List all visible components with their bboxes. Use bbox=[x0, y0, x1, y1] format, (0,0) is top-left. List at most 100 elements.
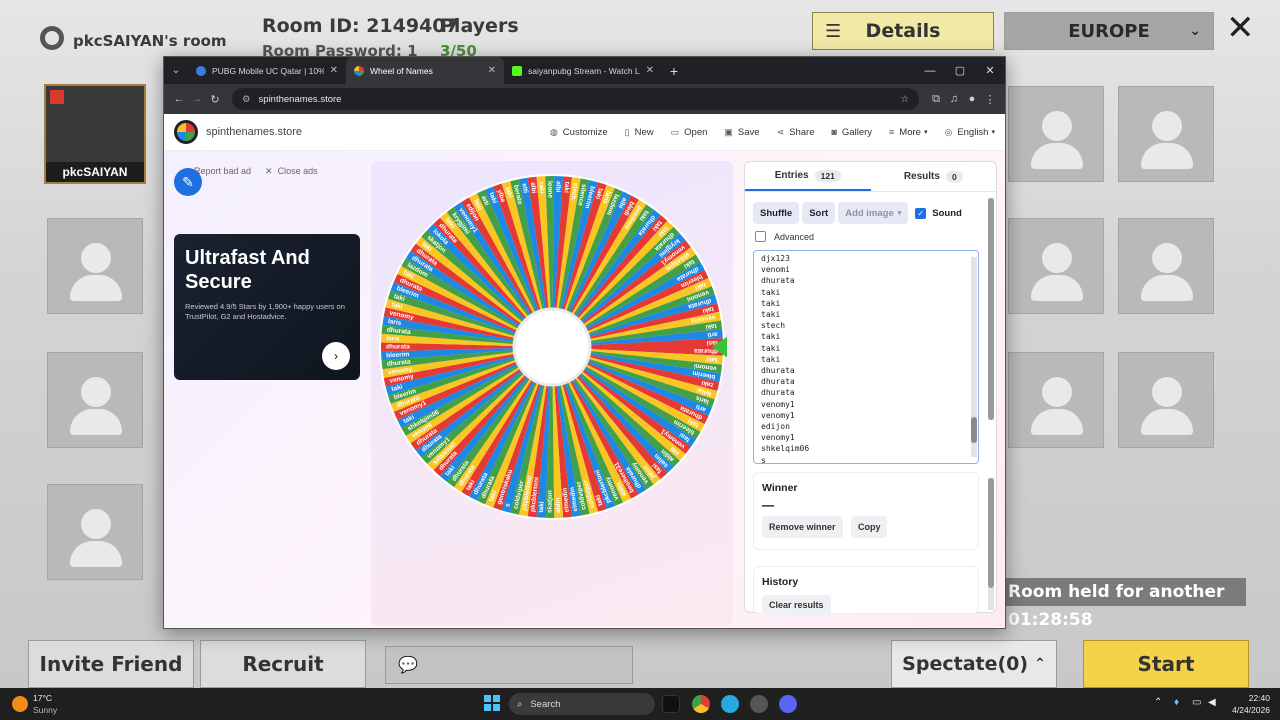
new-tab-icon[interactable]: + bbox=[662, 57, 686, 84]
settings-gear-icon[interactable] bbox=[40, 26, 64, 50]
add-image-button[interactable]: Add image ▾ bbox=[838, 202, 909, 224]
name-wheel[interactable]: dhuratatakivenomibleerimzakifellailarisa… bbox=[377, 167, 727, 527]
network-icon[interactable]: ▭ bbox=[1192, 697, 1201, 708]
textarea-scrollbar[interactable] bbox=[971, 257, 977, 457]
wheel-label: bleerim bbox=[386, 351, 410, 359]
entry-line: venomi bbox=[761, 265, 790, 275]
tab-wheel-of-names[interactable]: Wheel of Names ✕ bbox=[346, 57, 504, 84]
menu-language[interactable]: ◎ English ▾ bbox=[944, 127, 995, 138]
menu-label: Open bbox=[684, 126, 708, 138]
site-brand[interactable]: spinthenames.store bbox=[206, 126, 302, 138]
url-field[interactable]: ⚙ spinthenames.store ☆ bbox=[232, 88, 919, 110]
invite-friend-button[interactable]: Invite Friend bbox=[28, 640, 194, 688]
site-info-icon[interactable]: ⚙ bbox=[242, 94, 251, 105]
advanced-option: Advanced bbox=[755, 231, 814, 242]
back-icon[interactable]: ← bbox=[170, 93, 188, 105]
chat-input[interactable]: 💬 bbox=[385, 646, 633, 684]
menu-open[interactable]: ▭ Open bbox=[671, 127, 708, 138]
player-slot[interactable] bbox=[1118, 218, 1214, 314]
tray-chevron-icon[interactable]: ⌃ bbox=[1154, 697, 1162, 708]
player-slot[interactable] bbox=[1008, 218, 1104, 314]
reload-icon[interactable]: ↻ bbox=[206, 93, 224, 106]
bookmark-star-icon[interactable]: ☆ bbox=[900, 94, 909, 105]
player-slot[interactable] bbox=[47, 218, 143, 314]
recruit-button[interactable]: Recruit bbox=[200, 640, 366, 688]
clear-results-button[interactable]: Clear results bbox=[762, 595, 831, 615]
main-area: ✎ Report bad ad ✕ Close ads Ultrafast And… bbox=[164, 151, 1005, 628]
site-logo-icon[interactable] bbox=[174, 120, 198, 144]
advertisement[interactable]: Ultrafast And Secure Reviewed 4.9/5 Star… bbox=[174, 234, 360, 380]
panel-scrollbar[interactable] bbox=[988, 198, 994, 420]
menu-more[interactable]: ≡ More ▾ bbox=[889, 127, 927, 138]
details-button[interactable]: ☰ Details bbox=[812, 12, 994, 50]
tab-strip: ⌄ PUBG Mobile UC Qatar | 10% d ✕ Wheel o… bbox=[164, 57, 1005, 84]
taskbar-search[interactable]: ⌕ Search bbox=[509, 693, 655, 715]
tab-stream[interactable]: saiyanpubg Stream - Watch Liv ✕ bbox=[504, 57, 662, 84]
player-slot[interactable] bbox=[1008, 352, 1104, 448]
settings-icon[interactable] bbox=[750, 695, 768, 713]
shuffle-button[interactable]: Shuffle bbox=[753, 202, 800, 224]
favicon-icon bbox=[354, 65, 364, 76]
menu-gallery[interactable]: ◙ Gallery bbox=[831, 127, 872, 138]
copy-button[interactable]: Copy bbox=[850, 516, 888, 538]
menu-label: Customize bbox=[562, 126, 608, 138]
report-bad-ad-link[interactable]: Report bad ad bbox=[194, 166, 251, 177]
close-icon[interactable]: ✕ bbox=[1226, 8, 1255, 48]
tab-pubg[interactable]: PUBG Mobile UC Qatar | 10% d ✕ bbox=[188, 57, 346, 84]
close-tab-icon[interactable]: ✕ bbox=[646, 65, 654, 76]
player-slot[interactable] bbox=[1118, 86, 1214, 182]
forward-icon[interactable]: → bbox=[188, 93, 206, 105]
microphone-icon[interactable]: ♦ bbox=[1174, 697, 1179, 708]
spectate-button[interactable]: Spectate(0) ⌃ bbox=[891, 640, 1057, 688]
wheel-label: taki bbox=[562, 181, 570, 193]
address-bar: ← → ↻ ⚙ spinthenames.store ☆ ⧉ ♫ ● ⋮ bbox=[164, 84, 1005, 114]
start-button[interactable]: Start bbox=[1083, 640, 1249, 688]
minimize-icon[interactable]: — bbox=[915, 65, 945, 77]
chevron-right-icon[interactable]: › bbox=[322, 342, 350, 370]
file-icon: ▯ bbox=[624, 126, 630, 137]
player-slot[interactable] bbox=[1008, 86, 1104, 182]
player-slot[interactable] bbox=[1118, 352, 1214, 448]
winner-title: Winner bbox=[762, 482, 798, 494]
entry-line: venomy1 bbox=[761, 399, 795, 409]
app-icon[interactable] bbox=[721, 695, 739, 713]
wheel-hub[interactable] bbox=[512, 307, 592, 387]
close-ads-link[interactable]: ✕ Close ads bbox=[265, 166, 318, 177]
advanced-checkbox[interactable] bbox=[755, 231, 766, 242]
chrome-icon[interactable] bbox=[692, 695, 710, 713]
menu-kebab-icon[interactable]: ⋮ bbox=[981, 93, 999, 106]
menu-new[interactable]: ▯ New bbox=[625, 127, 654, 138]
tab-results[interactable]: Results 0 bbox=[871, 162, 997, 191]
extensions-icon[interactable]: ⧉ bbox=[927, 93, 945, 106]
menu-share[interactable]: ⋖ Share bbox=[777, 127, 815, 138]
entry-line: shkelqim06 bbox=[761, 444, 810, 454]
start-menu-icon[interactable] bbox=[484, 695, 500, 711]
menu-customize[interactable]: ◍ Customize bbox=[550, 127, 608, 138]
entry-line: venomy1 bbox=[761, 433, 795, 443]
weather-icon[interactable] bbox=[12, 696, 28, 712]
menu-label: More bbox=[899, 126, 921, 138]
room-id: Room ID: 2149407 bbox=[262, 15, 459, 37]
profile-icon[interactable]: ● bbox=[963, 93, 981, 105]
sound-checkbox[interactable]: ✓ bbox=[915, 207, 927, 219]
maximize-icon[interactable]: ▢ bbox=[945, 64, 975, 77]
panel-scrollbar-lower[interactable] bbox=[988, 478, 994, 610]
close-window-icon[interactable]: ✕ bbox=[975, 64, 1005, 77]
tab-search-icon[interactable]: ⌄ bbox=[164, 57, 188, 84]
close-tab-icon[interactable]: ✕ bbox=[488, 65, 496, 76]
player-slot[interactable] bbox=[47, 352, 143, 448]
discord-icon[interactable] bbox=[779, 695, 797, 713]
palette-icon: ◍ bbox=[549, 126, 558, 137]
media-icon[interactable]: ♫ bbox=[945, 93, 963, 105]
remove-winner-button[interactable]: Remove winner bbox=[762, 516, 843, 538]
close-tab-icon[interactable]: ✕ bbox=[330, 65, 338, 76]
volume-icon[interactable]: ◀ bbox=[1208, 697, 1216, 708]
tab-entries[interactable]: Entries 121 bbox=[745, 162, 871, 191]
sort-button[interactable]: Sort bbox=[802, 202, 836, 224]
player-slot[interactable] bbox=[47, 484, 143, 580]
tiktok-icon[interactable] bbox=[662, 695, 680, 713]
favicon-icon bbox=[512, 65, 522, 76]
region-select[interactable]: EUROPE ⌄ bbox=[1004, 12, 1214, 50]
menu-save[interactable]: ▣ Save bbox=[724, 127, 759, 138]
entries-textarea[interactable]: djx123 venomi dhurata taki taki taki stech taki… bbox=[753, 250, 979, 464]
